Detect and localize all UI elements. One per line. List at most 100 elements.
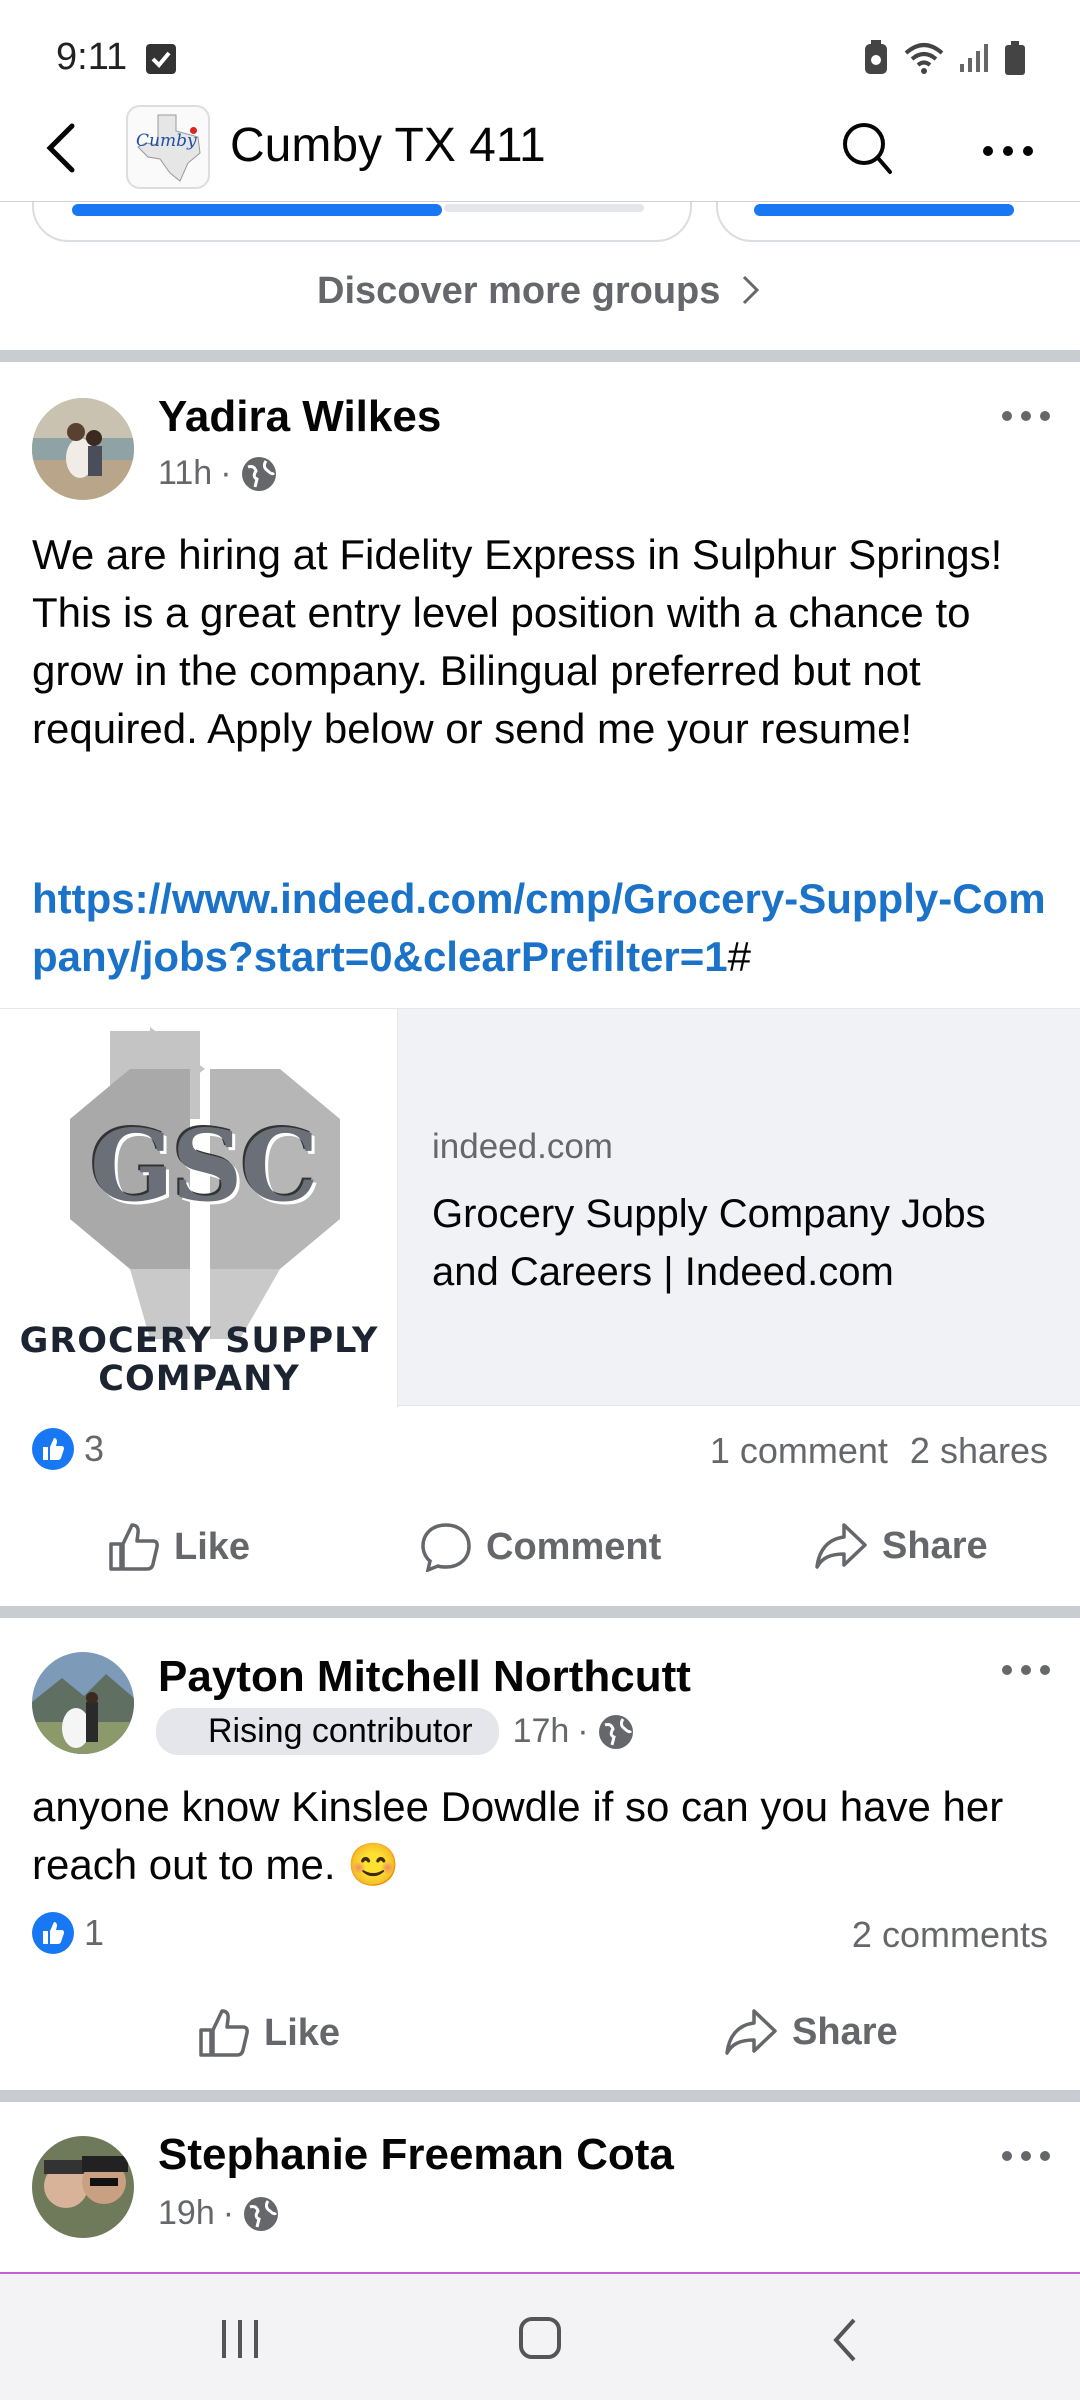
meta-separator: · <box>577 1712 589 1750</box>
reaction-summary[interactable]: 1 <box>32 1912 104 1954</box>
author-name[interactable]: Payton Mitchell Northcutt <box>158 1652 691 1702</box>
author-name[interactable]: Yadira Wilkes <box>158 392 441 442</box>
home-button[interactable] <box>518 2316 562 2365</box>
like-button[interactable]: Like <box>198 2008 340 2058</box>
badge-label: Rising contributor <box>208 1712 473 1750</box>
post-more-button[interactable] <box>1000 2148 1052 2169</box>
join-button-edge[interactable] <box>754 204 1014 216</box>
share-button[interactable]: Share <box>814 1522 988 1570</box>
comment-button[interactable]: Comment <box>420 1522 661 1572</box>
more-options-icon <box>1002 1665 1050 1675</box>
recent-apps-icon <box>222 2320 258 2358</box>
thumbs-up-icon <box>199 2009 249 2057</box>
post-link[interactable]: https://www.indeed.com/cmp/Grocery-Suppl… <box>32 875 1046 980</box>
post-meta: 11h · <box>158 454 278 493</box>
feed-divider <box>0 350 1080 362</box>
back-arrow-icon <box>46 123 75 173</box>
comment-bubble-icon <box>421 1523 471 1572</box>
thumbs-up-icon <box>109 1523 159 1571</box>
comment-count[interactable]: 1 comment <box>710 1430 888 1472</box>
gsc-caption-line1: GROCERY SUPPLY <box>19 1321 379 1361</box>
avatar-photo <box>32 1652 134 1754</box>
post-more-button[interactable] <box>1000 408 1052 429</box>
system-back-button[interactable] <box>828 2316 862 2369</box>
signal-icon <box>960 44 988 72</box>
join-button-edge[interactable] <box>72 204 442 216</box>
preview-thumbnail: GSC GROCERY SUPPLY COMPANY <box>0 1009 398 1407</box>
engagement-counts: 1 comment 2 shares <box>710 1430 1048 1472</box>
author-avatar[interactable] <box>32 1652 134 1754</box>
like-count: 1 <box>84 1912 105 1953</box>
header-more-button[interactable] <box>980 118 1036 172</box>
post-time[interactable]: 11h <box>158 454 212 493</box>
author-avatar[interactable] <box>32 2136 134 2238</box>
post-meta: Rising contributor 17h · <box>156 1708 635 1755</box>
post-card: Yadira Wilkes 11h · We are hiring at Fid… <box>0 362 1080 1606</box>
search-icon <box>843 123 892 174</box>
recent-apps-button[interactable] <box>218 2318 262 2365</box>
meta-separator: · <box>220 454 232 492</box>
preview-title: Grocery Supply Company Jobs and Careers … <box>432 1192 986 1294</box>
post-body: We are hiring at Fidelity Express in Sul… <box>32 531 1003 752</box>
group-avatar-label: Cumby <box>136 131 197 151</box>
suggested-groups-carousel[interactable] <box>0 202 1080 242</box>
search-button[interactable] <box>840 118 896 183</box>
chevron-right-icon <box>742 275 760 305</box>
status-time: 9:11 <box>56 36 128 78</box>
back-button[interactable] <box>40 120 84 181</box>
group-header: Cumby Cumby TX 411 <box>0 100 1080 202</box>
post-more-button[interactable] <box>1000 1662 1052 1683</box>
like-reaction-icon <box>32 1428 74 1470</box>
system-navigation-bar <box>0 2272 1080 2400</box>
globe-icon <box>598 1714 633 1749</box>
discover-more-label: Discover more groups <box>317 270 721 312</box>
back-chevron-icon <box>833 2318 856 2362</box>
rising-contributor-badge[interactable]: Rising contributor <box>156 1708 499 1755</box>
feed-divider <box>0 1606 1080 1618</box>
reaction-summary[interactable]: 3 <box>32 1428 104 1470</box>
post-time[interactable]: 17h <box>513 1712 570 1751</box>
avatar-photo <box>32 398 134 500</box>
globe-icon <box>241 456 276 491</box>
star-dot <box>190 127 197 134</box>
checkbox-notification-icon <box>146 44 176 74</box>
discover-more-groups-link[interactable]: Discover more groups <box>0 270 1080 313</box>
post-link-line: https://www.indeed.com/cmp/Grocery-Suppl… <box>32 870 1052 986</box>
remove-button-edge[interactable] <box>444 204 644 212</box>
comment-count[interactable]: 2 comments <box>852 1914 1048 1956</box>
globe-icon <box>244 2196 279 2231</box>
home-icon <box>519 2317 561 2359</box>
battery-icon <box>1005 41 1025 75</box>
share-label: Share <box>792 2010 898 2053</box>
avatar-photo <box>32 2136 134 2238</box>
gsc-logo-text: GSC <box>90 1109 318 1224</box>
like-count: 3 <box>84 1428 105 1469</box>
share-arrow-icon <box>725 2009 777 2055</box>
feed-divider <box>0 2090 1080 2102</box>
author-name[interactable]: Stephanie Freeman Cota <box>158 2130 674 2180</box>
wifi-icon <box>904 43 944 74</box>
comment-label: Comment <box>486 1525 662 1568</box>
more-options-icon <box>1002 411 1050 421</box>
post-time-group: 17h · <box>513 1712 635 1751</box>
like-label: Like <box>264 2011 341 2054</box>
share-count[interactable]: 2 shares <box>910 1430 1048 1472</box>
author-avatar[interactable] <box>32 398 134 500</box>
share-label: Share <box>882 1524 988 1567</box>
like-button[interactable]: Like <box>108 1522 250 1572</box>
link-suffix: # <box>727 933 752 980</box>
group-name[interactable]: Cumby TX 411 <box>230 118 546 173</box>
post-body: anyone know Kinslee Dowdle if so can you… <box>32 1783 1004 1888</box>
contributor-icon <box>168 1714 198 1744</box>
gsc-caption-line2: COMPANY <box>98 1359 300 1399</box>
group-avatar[interactable]: Cumby <box>126 105 210 189</box>
post-time[interactable]: 19h <box>158 2194 215 2233</box>
like-reaction-icon <box>32 1912 74 1954</box>
share-button[interactable]: Share <box>724 2008 898 2056</box>
more-options-icon <box>1002 2151 1050 2161</box>
like-label: Like <box>174 1525 251 1568</box>
suggested-group-card[interactable] <box>32 202 692 242</box>
suggested-group-card[interactable] <box>716 202 1080 242</box>
link-preview-card[interactable]: GSC GROCERY SUPPLY COMPANY indeed.com Gr… <box>0 1008 1080 1407</box>
battery-saver-icon <box>865 40 887 74</box>
